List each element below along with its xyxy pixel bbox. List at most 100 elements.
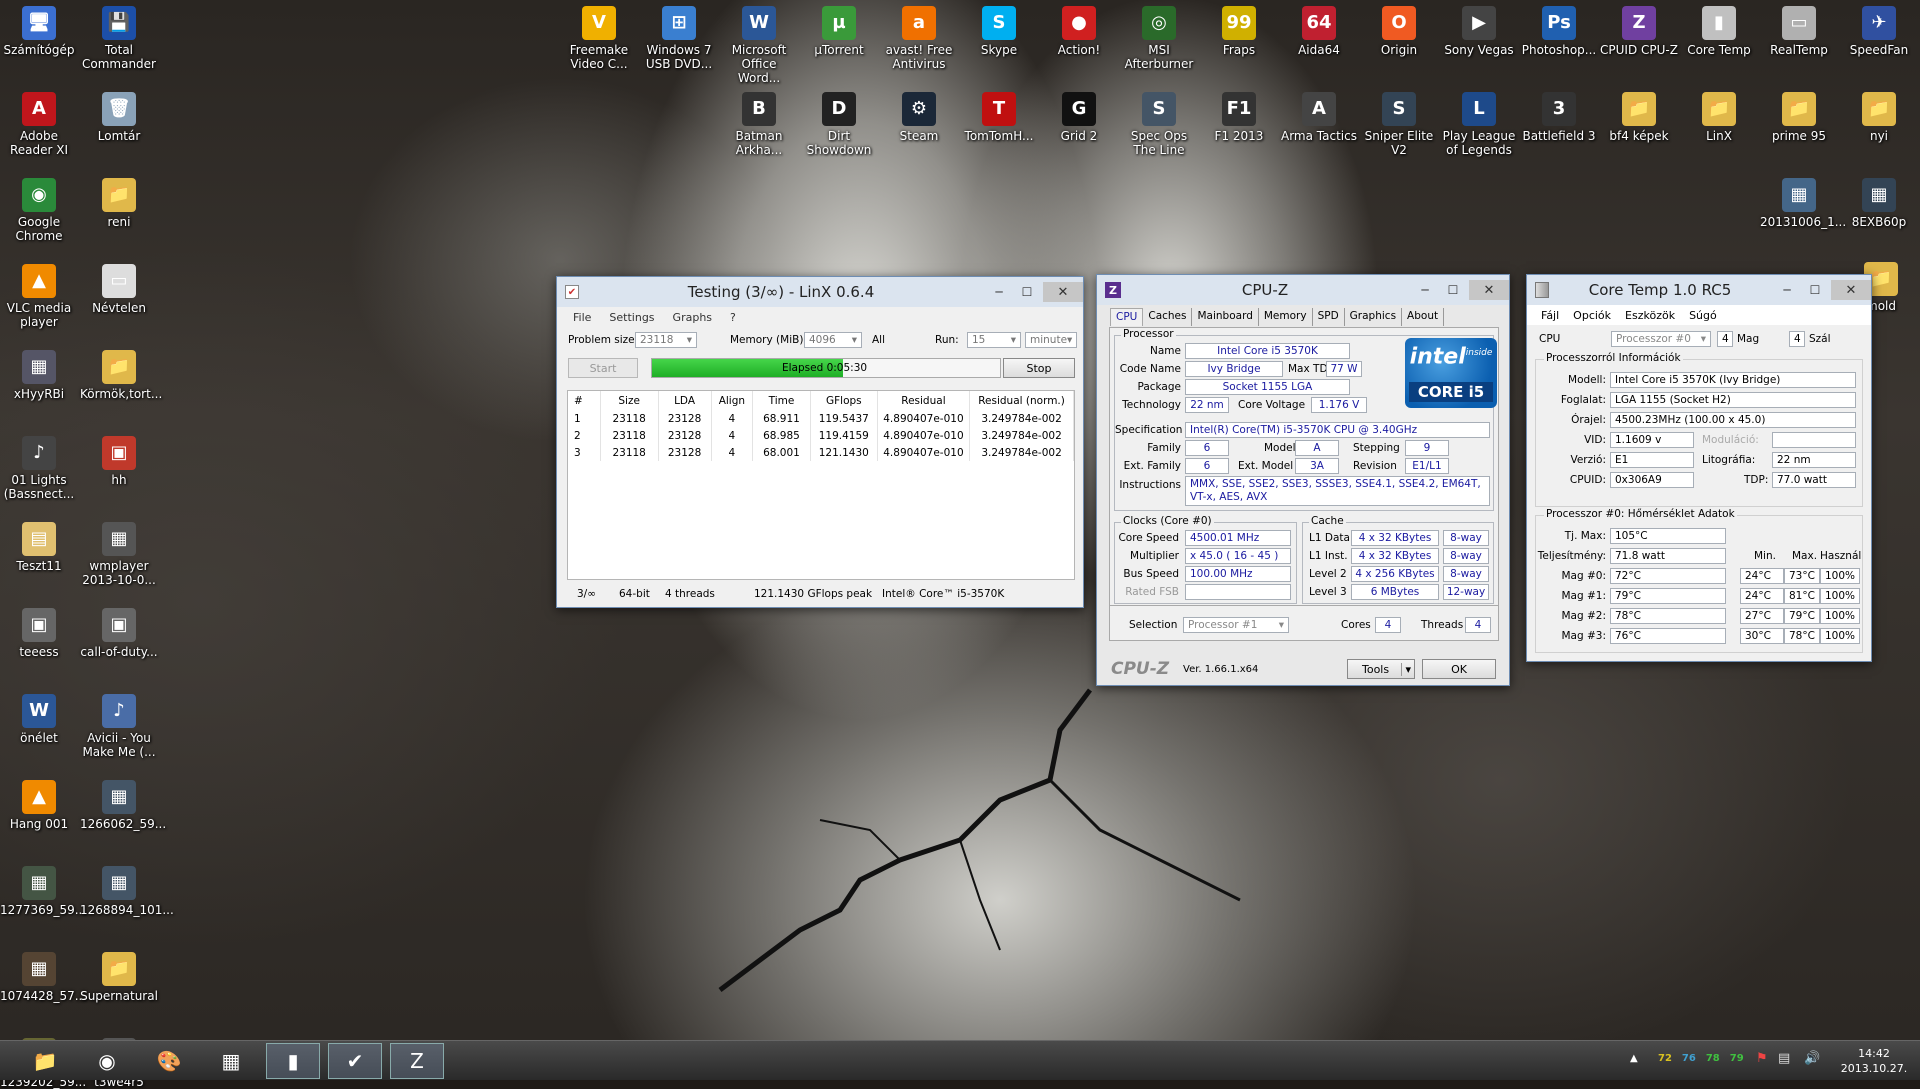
tray-temperature[interactable]: 72	[1658, 1053, 1672, 1064]
clock[interactable]: 14:42 2013.10.27.	[1834, 1046, 1914, 1076]
menu-help[interactable]: ?	[730, 311, 736, 324]
desktop-icon[interactable]: ♪ Avicii - You Make Me (...	[80, 690, 158, 759]
desktop-icon[interactable]: ▦ 1074428_57...	[0, 948, 86, 1003]
linx-titlebar[interactable]: ✔ Testing (3/∞) - LinX 0.6.4 ─ ☐ ✕	[557, 277, 1083, 307]
column-header[interactable]: Size	[600, 391, 659, 410]
desktop-icon[interactable]: ▣ call-of-duty...	[80, 604, 158, 659]
menu-graphs[interactable]: Graphs	[673, 311, 712, 324]
desktop-icon[interactable]: ▦ 1277369_59...	[0, 862, 86, 917]
desktop-icon[interactable]: W Microsoft Office Word...	[720, 2, 798, 85]
desktop-icon[interactable]: ▦ xHyyRBi	[0, 346, 78, 401]
run-combo[interactable]: 15 ▾	[967, 332, 1021, 348]
start-button[interactable]: Start	[568, 358, 638, 378]
desktop-icon[interactable]: S Spec Ops The Line	[1120, 88, 1198, 157]
desktop-icon[interactable]: 3 Battlefield 3	[1520, 88, 1598, 143]
desktop-icon[interactable]: V Freemake Video C...	[560, 2, 638, 71]
desktop-icon[interactable]: ▶ Sony Vegas	[1440, 2, 1518, 57]
tab-about[interactable]: About	[1402, 308, 1445, 326]
tab-spd[interactable]: SPD	[1313, 308, 1345, 326]
taskbar-calculator-button[interactable]: ▦	[204, 1043, 258, 1079]
ok-button[interactable]: OK	[1422, 659, 1496, 679]
desktop-icon[interactable]: Z CPUID CPU-Z	[1600, 2, 1678, 57]
tab-memory[interactable]: Memory	[1259, 308, 1313, 326]
problem-size-combo[interactable]: 23118 ▾	[635, 332, 697, 348]
coretemp-titlebar[interactable]: Core Temp 1.0 RC5 ─ ☐ ✕	[1527, 275, 1871, 305]
menu-settings[interactable]: Settings	[609, 311, 654, 324]
desktop-icon[interactable]: ◉ Google Chrome	[0, 174, 78, 243]
desktop-icon[interactable]: ▮ Core Temp	[1680, 2, 1758, 57]
desktop-icon[interactable]: 📁 prime 95	[1760, 88, 1838, 143]
tools-dropdown-icon[interactable]: ▾	[1401, 662, 1414, 676]
table-row[interactable]: 3 23118 23128 4 68.001 121.1430 4.890407e-010 3…	[568, 444, 1074, 461]
tab-graphics[interactable]: Graphics	[1345, 308, 1403, 326]
run-unit-combo[interactable]: minute ▾	[1025, 332, 1077, 348]
processor-select[interactable]: Processzor #0 ▾	[1611, 331, 1711, 347]
menu-file[interactable]: File	[573, 311, 591, 324]
desktop-icon[interactable]: ▦ 8EXB60p	[1840, 174, 1918, 229]
desktop-icon[interactable]: D Dirt Showdown	[800, 88, 878, 157]
desktop-icon[interactable]: ▦ wmplayer 2013-10-0...	[80, 518, 158, 587]
coretemp-window[interactable]: Core Temp 1.0 RC5 ─ ☐ ✕ Fájl Opciók Eszk…	[1526, 274, 1872, 662]
tab-mainboard[interactable]: Mainboard	[1192, 308, 1259, 326]
desktop-icon[interactable]: 📁 Körmök,tort...	[80, 346, 162, 401]
flag-icon[interactable]: ⚑	[1756, 1051, 1768, 1066]
desktop-icon[interactable]: ▲ Hang 001	[0, 776, 78, 831]
tab-cpu[interactable]: CPU	[1110, 308, 1144, 326]
taskbar-file-explorer-button[interactable]: 📁	[18, 1043, 72, 1079]
maximize-button[interactable]: ☐	[1441, 281, 1465, 299]
taskbar-coretemp-button[interactable]: ▮	[266, 1043, 320, 1079]
tray-temperature[interactable]: 78	[1706, 1053, 1720, 1064]
all-checkbox-label[interactable]: All	[872, 334, 885, 346]
desktop-icon[interactable]: B Batman Arkha...	[720, 88, 798, 157]
desktop-icon[interactable]: ▦ 1268894_101...	[80, 862, 174, 917]
tools-button[interactable]: Tools ▾	[1347, 659, 1415, 679]
desktop-icon[interactable]: ⊞ Windows 7 USB DVD...	[640, 2, 718, 71]
desktop-icon[interactable]: S Skype	[960, 2, 1038, 57]
column-header[interactable]: #	[568, 391, 601, 410]
memory-combo[interactable]: 4096 ▾	[804, 332, 862, 348]
close-button[interactable]: ✕	[1043, 282, 1083, 302]
desktop-icon[interactable]: T TomTomH...	[960, 88, 1038, 143]
desktop-icon[interactable]: ⚙ Steam	[880, 88, 958, 143]
taskbar-linx-button[interactable]: ✔	[328, 1043, 382, 1079]
column-header[interactable]: Residual (norm.)	[969, 391, 1074, 410]
menu-sugo[interactable]: Súgó	[1689, 309, 1717, 322]
network-icon[interactable]: ▤	[1778, 1051, 1790, 1066]
column-header[interactable]: Time	[752, 391, 811, 410]
desktop-icon[interactable]: 📁 nyi	[1840, 88, 1918, 143]
maximize-button[interactable]: ☐	[1803, 281, 1827, 299]
tab-caches[interactable]: Caches	[1143, 308, 1193, 326]
tray-expand-icon[interactable]: ▲	[1630, 1053, 1638, 1064]
table-row[interactable]: 2 23118 23128 4 68.985 119.4159 4.890407e-010 3…	[568, 427, 1074, 444]
menu-eszkozok[interactable]: Eszközök	[1625, 309, 1675, 322]
desktop-icon[interactable]: 64 Aida64	[1280, 2, 1358, 57]
desktop-icon[interactable]: ▦ 20131006_1...	[1760, 174, 1846, 229]
desktop-icon[interactable]: F1 F1 2013	[1200, 88, 1278, 143]
desktop-icon[interactable]: ✈ SpeedFan	[1840, 2, 1918, 57]
close-button[interactable]: ✕	[1469, 280, 1509, 300]
column-header[interactable]: GFlops	[810, 391, 878, 410]
desktop-icon[interactable]: ▦ 1266062_59...	[80, 776, 166, 831]
stop-button[interactable]: Stop	[1003, 358, 1075, 378]
desktop-icon[interactable]: S Sniper Elite V2	[1360, 88, 1438, 157]
desktop-icon[interactable]: 📁 LinX	[1680, 88, 1758, 143]
desktop-icon[interactable]: ◎ MSI Afterburner	[1120, 2, 1198, 71]
desktop-icon[interactable]: O Origin	[1360, 2, 1438, 57]
desktop-icon[interactable]: ▣ hh	[80, 432, 158, 487]
desktop-icon[interactable]: 📁 reni	[80, 174, 158, 229]
table-row[interactable]: 1 23118 23128 4 68.911 119.5437 4.890407e-010 3…	[568, 410, 1074, 427]
column-header[interactable]: Align	[711, 391, 754, 410]
desktop-icon[interactable]: 📁 Supernatural	[80, 948, 158, 1003]
volume-icon[interactable]: 🔊	[1804, 1051, 1820, 1066]
results-table[interactable]: # Size LDA Align Time GFlops Residual Residual …	[567, 390, 1075, 580]
selection-combo[interactable]: Processor #1 ▾	[1183, 617, 1289, 633]
desktop-icon[interactable]: ▭ RealTemp	[1760, 2, 1838, 57]
tray-temperature[interactable]: 79	[1730, 1053, 1744, 1064]
desktop-icon[interactable]: 99 Fraps	[1200, 2, 1278, 57]
desktop-icon[interactable]: 🖥 Számítógép	[0, 2, 78, 57]
desktop-icon[interactable]: 📁 bf4 képek	[1600, 88, 1678, 143]
cpuz-window[interactable]: Z CPU-Z ─ ☐ ✕ CPU Caches Mainboard Memory SP…	[1096, 274, 1510, 686]
desktop-icon[interactable]: ▲ VLC media player	[0, 260, 78, 329]
tray-temperatures[interactable]: 72 76 78 79	[1658, 1053, 1744, 1064]
desktop-icon[interactable]: 🗑 Lomtár	[80, 88, 158, 143]
